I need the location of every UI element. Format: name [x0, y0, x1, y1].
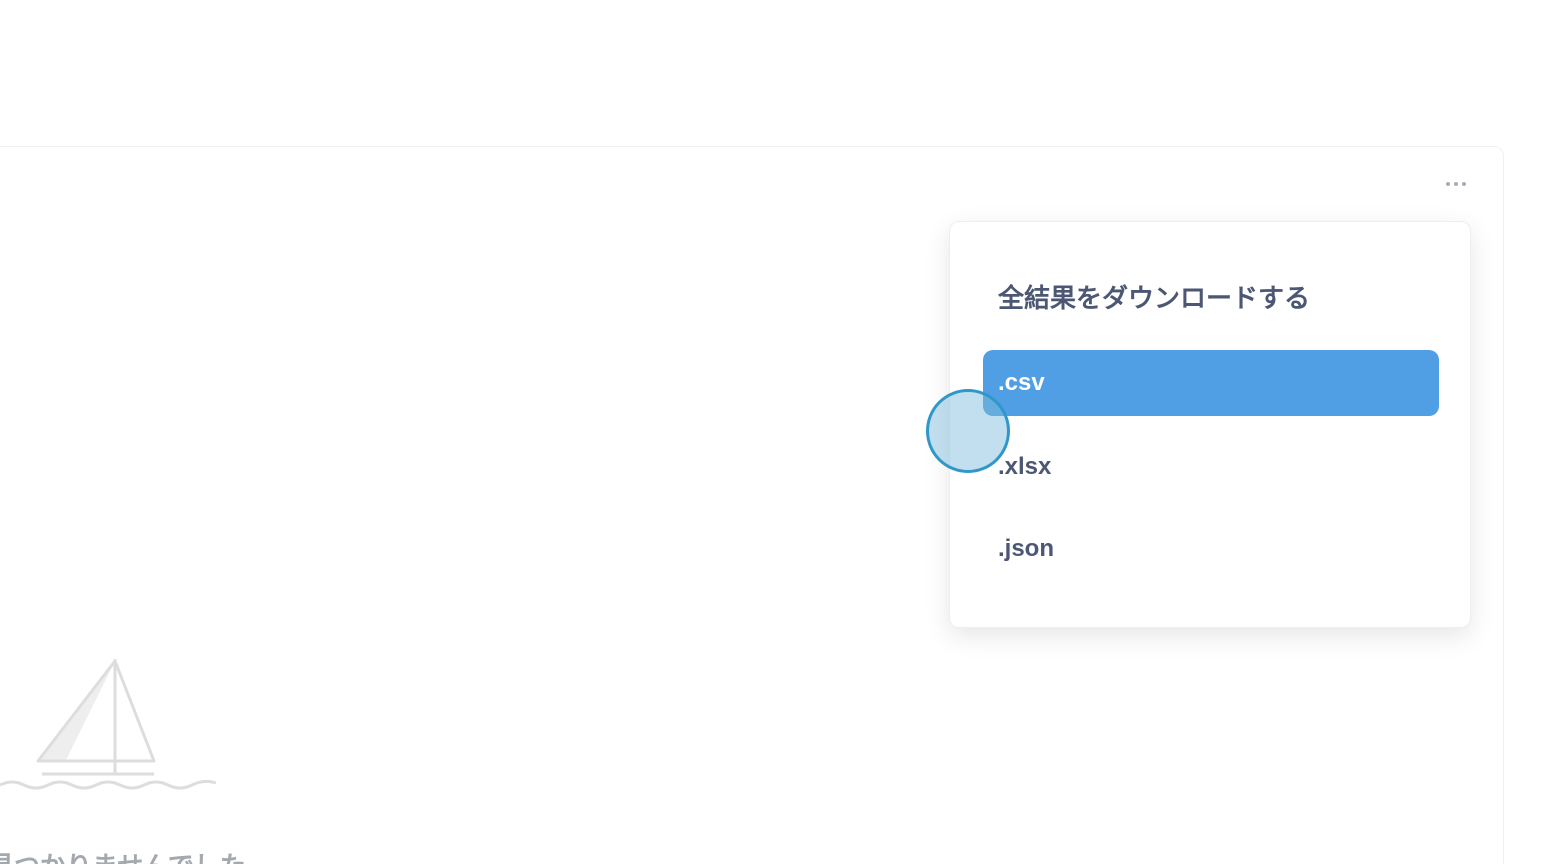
ellipsis-icon-dot: [1462, 182, 1466, 186]
more-options-button[interactable]: [1436, 172, 1476, 196]
ellipsis-icon-dot: [1454, 182, 1458, 186]
download-csv-option[interactable]: .csv: [983, 350, 1439, 416]
sailboat-icon: [0, 655, 230, 800]
empty-state-message: 見つかりませんでした: [0, 846, 246, 864]
download-menu-title: 全結果をダウンロードする: [998, 283, 1311, 313]
download-json-option[interactable]: .json: [983, 516, 1439, 582]
download-xlsx-option[interactable]: .xlsx: [983, 434, 1439, 500]
ellipsis-icon: [1446, 182, 1450, 186]
download-menu: 全結果をダウンロードする .csv .xlsx .json: [949, 221, 1471, 628]
page: 見つかりませんでした 全結果をダウンロードする .csv .xlsx .json: [0, 0, 1552, 864]
